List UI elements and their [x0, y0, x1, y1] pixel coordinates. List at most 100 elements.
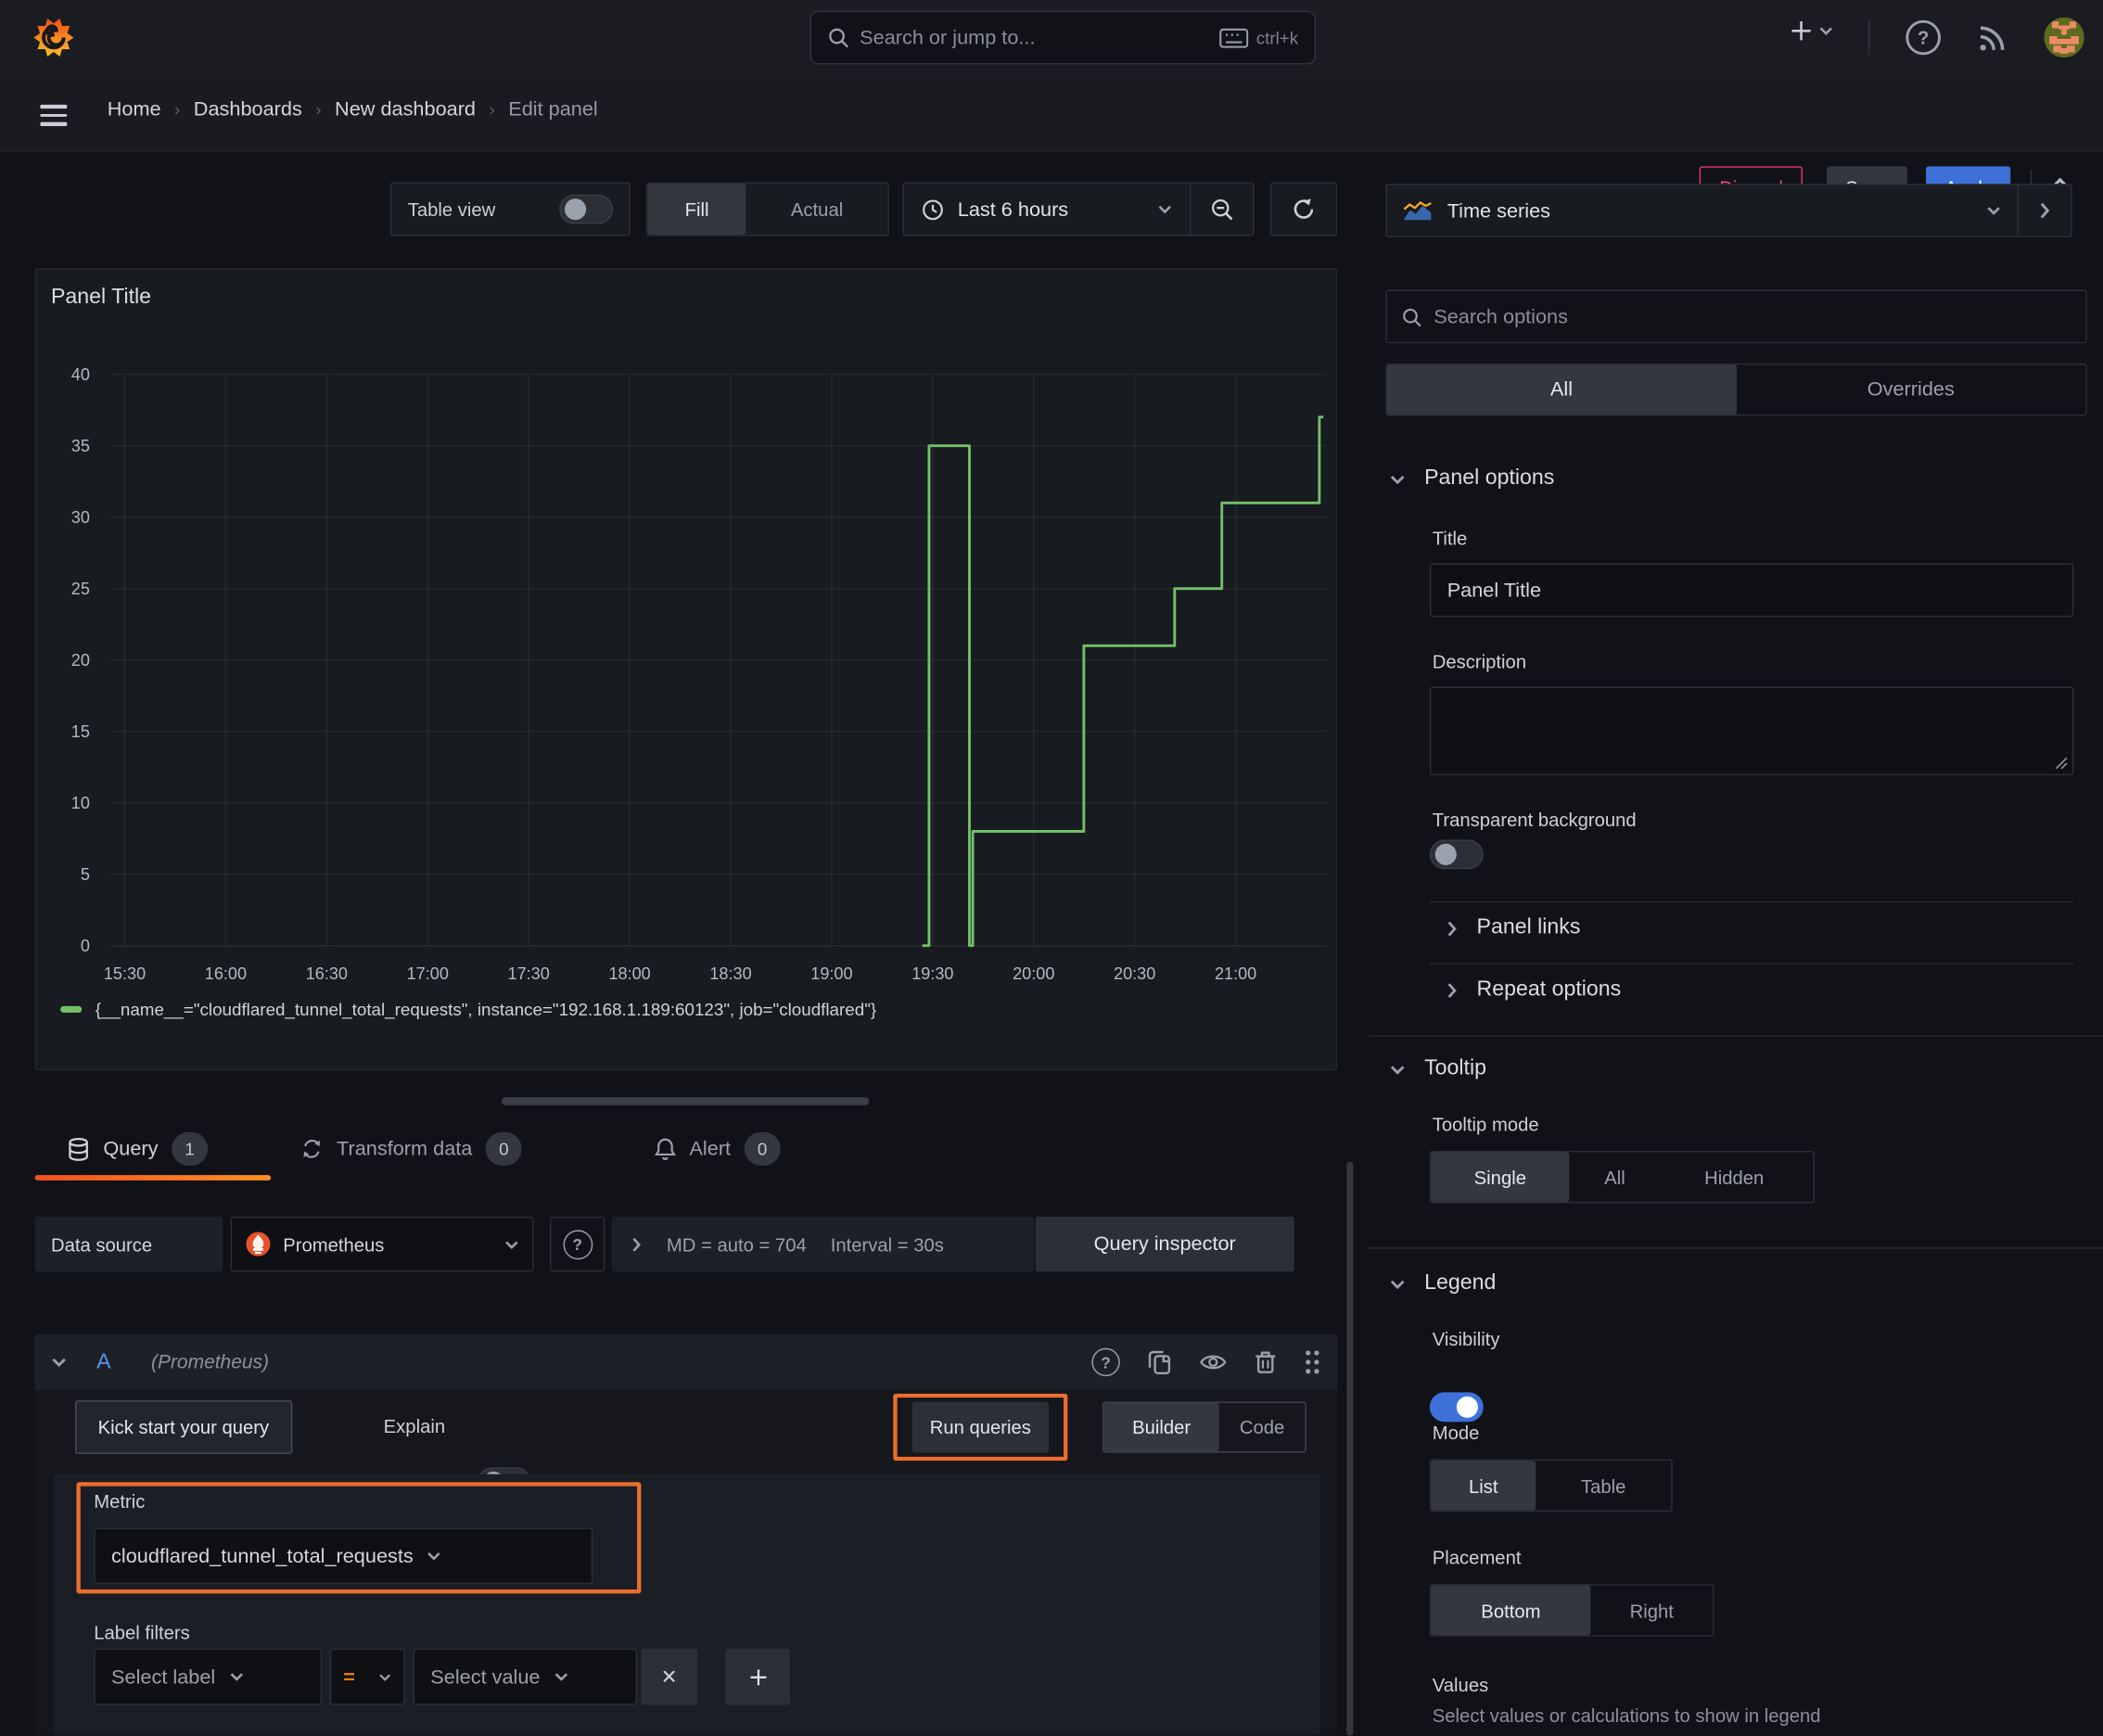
- title-field[interactable]: Panel Title: [1429, 563, 2074, 618]
- chevron-down-icon: [427, 1552, 440, 1561]
- table-view-toggle[interactable]: [559, 194, 614, 224]
- legend-visibility-toggle[interactable]: [1429, 1392, 1484, 1423]
- panel-options-header[interactable]: Panel options: [1390, 466, 1554, 491]
- alert-count-badge: 0: [744, 1131, 781, 1166]
- pane-resize-handle[interactable]: [501, 1097, 870, 1105]
- visualization-name: Time series: [1447, 198, 1551, 223]
- chevron-down-icon: [1390, 475, 1405, 484]
- x-tick-label: 17:30: [508, 964, 550, 983]
- chevron-down-icon: [505, 1240, 518, 1249]
- legend-mode-label: Mode: [1432, 1422, 1480, 1444]
- placement-bottom[interactable]: Bottom: [1431, 1585, 1591, 1636]
- operator-dropdown[interactable]: =: [329, 1648, 405, 1705]
- query-inspector-button[interactable]: Query inspector: [1035, 1216, 1294, 1272]
- query-help-button[interactable]: ?: [1091, 1347, 1120, 1377]
- tab-transform-data[interactable]: Transform data 0: [300, 1131, 522, 1166]
- legend-header[interactable]: Legend: [1390, 1271, 1496, 1296]
- plus-icon: [749, 1668, 766, 1685]
- add-filter-button[interactable]: [725, 1648, 790, 1705]
- datasource-help-button[interactable]: ?: [550, 1216, 605, 1272]
- tooltip-mode-all[interactable]: All: [1569, 1152, 1660, 1202]
- breadcrumb-dashboards[interactable]: Dashboards: [194, 98, 302, 121]
- search-icon: [829, 28, 848, 48]
- tab-all[interactable]: All: [1386, 364, 1737, 415]
- breadcrumb-new-dashboard[interactable]: New dashboard: [335, 98, 476, 121]
- repeat-options-section[interactable]: Repeat options: [1446, 977, 1621, 1002]
- global-search-input[interactable]: Search or jump to... ctrl+k: [809, 10, 1316, 65]
- query-tabs-bar: Query 1 Transform data 0 Alert 0: [34, 1124, 1337, 1186]
- remove-query-button[interactable]: [1254, 1349, 1277, 1374]
- chart-svg[interactable]: 0 5 10 15 20 25 30 35 40 15:30 16:00 16:30 17:00 17:3…: [36, 270, 1336, 1069]
- transparent-bg-toggle[interactable]: [1429, 839, 1484, 870]
- query-pane-scrollbar[interactable]: [1346, 1161, 1354, 1736]
- placement-label: Placement: [1432, 1546, 1522, 1568]
- help-button[interactable]: ?: [1905, 19, 1941, 56]
- remove-filter-button[interactable]: ✕: [641, 1648, 698, 1705]
- add-button[interactable]: [1790, 19, 1834, 43]
- avatar-image: [2044, 17, 2084, 58]
- table-view-label: Table view: [407, 198, 496, 221]
- time-range-picker[interactable]: Last 6 hours: [904, 184, 1190, 235]
- query-options-row[interactable]: MD = auto = 704 Interval = 30s: [611, 1216, 1035, 1272]
- refresh-icon: [1294, 198, 1314, 219]
- search-icon: [1403, 308, 1421, 326]
- query-row-header[interactable]: A (Prometheus) ?: [34, 1334, 1338, 1390]
- news-button[interactable]: [1977, 21, 2009, 54]
- plus-icon: [1791, 21, 1811, 41]
- legend-mode-table[interactable]: Table: [1536, 1461, 1671, 1511]
- explain-label: Explain: [383, 1414, 446, 1437]
- code-option[interactable]: Code: [1219, 1403, 1306, 1451]
- hide-response-button[interactable]: [1199, 1352, 1227, 1372]
- placement-right[interactable]: Right: [1590, 1586, 1713, 1636]
- repeat-options-label: Repeat options: [1476, 977, 1622, 1002]
- zoom-out-icon: [1211, 198, 1232, 220]
- mega-menu-toggle[interactable]: [40, 99, 68, 131]
- select-value-dropdown[interactable]: Select value: [413, 1648, 638, 1705]
- datasource-picker[interactable]: Prometheus: [230, 1216, 534, 1272]
- kickstart-query-button[interactable]: Kick start your query: [75, 1400, 292, 1454]
- tooltip-mode-label: Tooltip mode: [1432, 1113, 1539, 1135]
- tab-overrides[interactable]: Overrides: [1736, 364, 2085, 415]
- grafana-logo[interactable]: [32, 16, 75, 58]
- breadcrumb-home[interactable]: Home: [108, 98, 161, 121]
- metric-label: Metric: [94, 1489, 146, 1513]
- drag-query-handle[interactable]: [1304, 1349, 1321, 1374]
- series-color-dash[interactable]: [60, 1005, 83, 1014]
- metric-value: cloudflared_tunnel_total_requests: [111, 1544, 414, 1568]
- transform-count-badge: 0: [485, 1131, 522, 1166]
- options-tabs: All Overrides: [1385, 363, 2087, 416]
- user-avatar[interactable]: [2044, 17, 2084, 58]
- run-queries-button[interactable]: Run queries: [911, 1401, 1050, 1453]
- help-circle-icon: ?: [562, 1229, 593, 1259]
- chevron-down-icon: [554, 1673, 567, 1681]
- panel-links-section[interactable]: Panel links: [1446, 916, 1580, 940]
- zoom-out-button[interactable]: [1189, 184, 1253, 236]
- x-tick-label: 19:00: [810, 964, 852, 983]
- options-search-input[interactable]: Search options: [1385, 289, 2087, 344]
- fill-option[interactable]: Fill: [647, 184, 746, 236]
- options-search-placeholder: Search options: [1434, 305, 1568, 328]
- tooltip-mode-hidden[interactable]: Hidden: [1661, 1152, 1808, 1202]
- description-field[interactable]: [1429, 686, 2074, 776]
- series-label[interactable]: {__name__="cloudflared_tunnel_total_requ…: [96, 1000, 876, 1020]
- tooltip-header[interactable]: Tooltip: [1390, 1057, 1486, 1081]
- chevron-down-icon: [1390, 1280, 1405, 1289]
- metric-select[interactable]: cloudflared_tunnel_total_requests: [94, 1527, 593, 1585]
- tab-query[interactable]: Query 1: [67, 1131, 208, 1166]
- query-row-datasource: (Prometheus): [150, 1351, 270, 1373]
- actual-option[interactable]: Actual: [746, 184, 888, 235]
- tab-alert[interactable]: Alert 0: [654, 1131, 781, 1166]
- x-tick-label: 19:30: [911, 964, 953, 983]
- prometheus-icon: [246, 1232, 271, 1257]
- chevron-down-icon: [1390, 1065, 1405, 1074]
- select-label-dropdown[interactable]: Select label: [94, 1648, 323, 1705]
- duplicate-query-button[interactable]: [1147, 1348, 1172, 1375]
- collapse-pane-button[interactable]: [2017, 185, 2071, 236]
- visualization-picker: Time series: [1385, 184, 2072, 238]
- refresh-button[interactable]: [1269, 182, 1338, 236]
- builder-option[interactable]: Builder: [1103, 1402, 1219, 1452]
- tooltip-mode-single[interactable]: Single: [1431, 1152, 1570, 1203]
- legend-mode-list[interactable]: List: [1431, 1461, 1536, 1511]
- visualization-select[interactable]: Time series: [1387, 185, 2018, 236]
- transparent-bg-label: Transparent background: [1432, 809, 1637, 831]
